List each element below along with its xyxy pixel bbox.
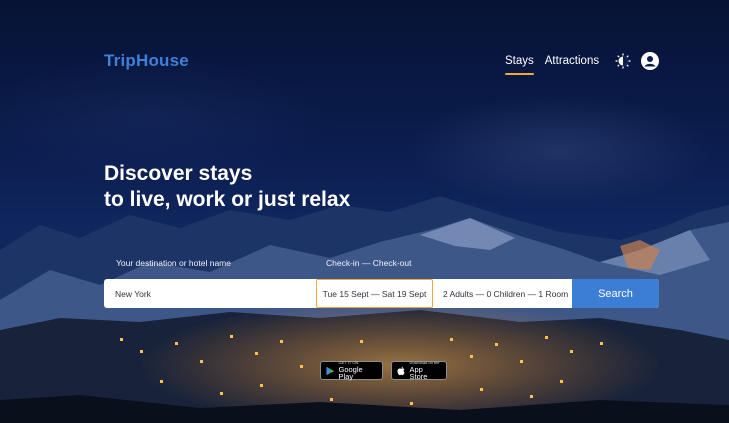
google-play-icon: [326, 366, 335, 375]
search-bar: New York Tue 15 Sept — Sat 19 Sept 2 Adu…: [104, 279, 659, 308]
google-play-small-text: GET IT ON: [338, 359, 359, 365]
google-play-badge[interactable]: GET IT ON Google Play: [320, 359, 383, 381]
search-button[interactable]: Search: [572, 279, 659, 308]
headline-line-2: to live, work or just relax: [104, 188, 351, 211]
guests-selector[interactable]: 2 Adults — 0 Children — 1 Room: [433, 279, 572, 308]
top-nav: Stays Attractions: [505, 55, 599, 75]
app-store-small-text: Download on the: [409, 359, 440, 365]
app-store-badge[interactable]: Download on the App Store: [391, 359, 447, 381]
destination-label: Your destination or hotel name: [116, 258, 231, 268]
hero-headline: Discover stays to live, work or just rel…: [104, 161, 350, 213]
dates-picker[interactable]: Tue 15 Sept — Sat 19 Sept: [316, 279, 433, 308]
dates-label: Check-in — Check-out: [326, 258, 412, 268]
apple-icon: [397, 366, 405, 375]
account-icon[interactable]: [641, 52, 659, 70]
theme-toggle-icon[interactable]: [615, 53, 631, 69]
nav-item-stays[interactable]: Stays: [505, 55, 534, 75]
logo[interactable]: TripHouse: [104, 51, 189, 71]
nav-item-attractions[interactable]: Attractions: [545, 55, 599, 67]
headline-line-1: Discover stays: [104, 162, 253, 185]
destination-input[interactable]: New York: [104, 279, 316, 308]
app-store-text: App Store: [409, 364, 428, 381]
google-play-text: Google Play: [338, 364, 363, 381]
